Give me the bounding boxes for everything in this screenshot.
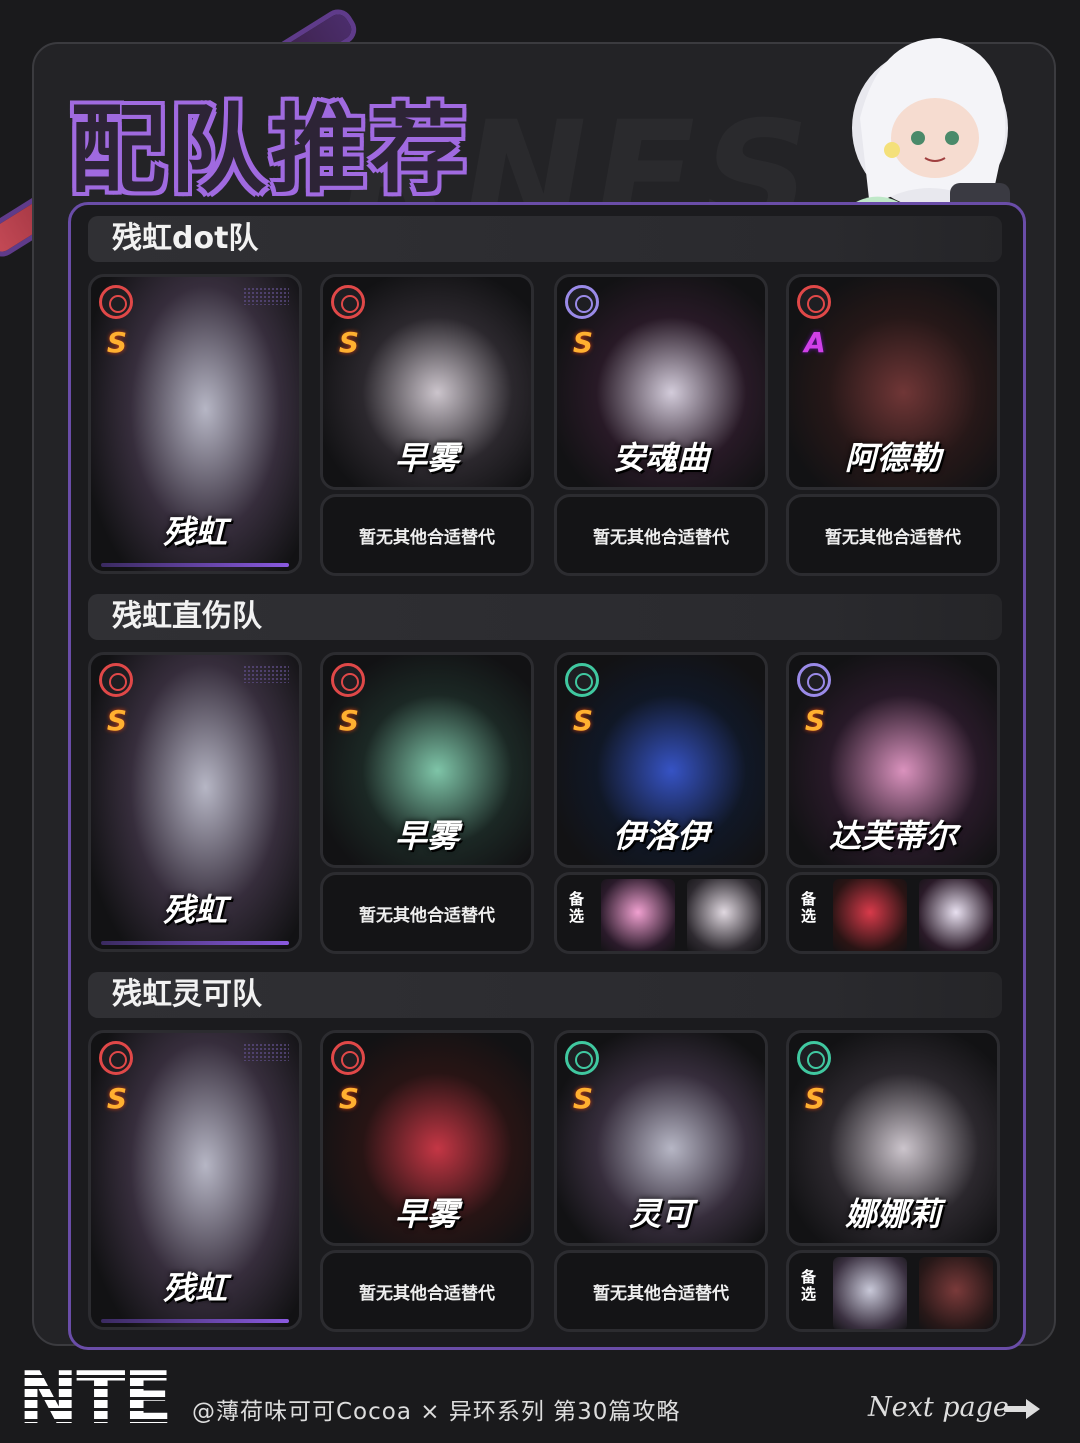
character-name: 娜娜莉 xyxy=(844,1195,941,1233)
alternative-character-thumbnail[interactable] xyxy=(833,879,907,951)
green-flame-icon xyxy=(797,1041,831,1075)
nte-logo: NTE xyxy=(18,1356,173,1440)
accent-bar xyxy=(101,1319,289,1323)
main-character-card[interactable]: S 残虹 xyxy=(88,652,302,952)
character-name: 阿德勒 xyxy=(844,439,941,477)
alternative-character-thumbnail[interactable] xyxy=(833,1257,907,1329)
alternative-character-thumbnail[interactable] xyxy=(919,1257,993,1329)
no-alternative-text: 暂无其他合适替代 xyxy=(825,527,961,548)
no-alternative-text: 暂无其他合适替代 xyxy=(359,527,495,548)
rank-badge: S xyxy=(804,704,826,737)
red-target-icon xyxy=(99,663,133,697)
character-name: 早雾 xyxy=(394,439,459,477)
member-card[interactable]: S 早雾 xyxy=(320,274,534,490)
alternative-label: 备选 xyxy=(801,1268,817,1303)
author-credit: @薄荷味可可Cocoa × 异环系列 第30篇攻略 xyxy=(192,1399,681,1425)
alternative-card: 暂无其他合适替代 xyxy=(320,872,534,954)
team-header: 残虹直伤队 xyxy=(88,594,1002,640)
character-name: 安魂曲 xyxy=(612,439,709,477)
alternative-character-thumbnail[interactable] xyxy=(919,879,993,951)
red-target-icon xyxy=(331,663,365,697)
rank-badge: S xyxy=(572,704,594,737)
alternative-card: 备选 xyxy=(554,872,768,954)
accent-bar xyxy=(101,941,289,945)
alternative-label: 备选 xyxy=(801,890,817,925)
green-flame-icon xyxy=(565,663,599,697)
red-target-icon xyxy=(99,285,133,319)
rank-badge: S xyxy=(338,326,360,359)
dot-pattern xyxy=(243,665,289,683)
purple-star-icon xyxy=(797,663,831,697)
red-target-icon xyxy=(331,1041,365,1075)
no-alternative-text: 暂无其他合适替代 xyxy=(593,1283,729,1304)
arrow-right-icon[interactable] xyxy=(1004,1394,1044,1424)
red-target-icon xyxy=(331,285,365,319)
red-target-icon xyxy=(99,1041,133,1075)
main-character-card[interactable]: S 残虹 xyxy=(88,1030,302,1330)
next-page-link[interactable]: Next page xyxy=(868,1392,1009,1423)
character-name: 残虹 xyxy=(162,891,227,929)
no-alternative-text: 暂无其他合适替代 xyxy=(359,905,495,926)
alternative-character-thumbnail[interactable] xyxy=(601,879,675,951)
purple-star-icon xyxy=(565,285,599,319)
alternative-card: 备选 xyxy=(786,872,1000,954)
member-card[interactable]: S 达芙蒂尔 xyxy=(786,652,1000,868)
character-name: 灵可 xyxy=(628,1195,693,1233)
alternative-card: 备选 xyxy=(786,1250,1000,1332)
member-card[interactable]: S 早雾 xyxy=(320,1030,534,1246)
member-card[interactable]: S 娜娜莉 xyxy=(786,1030,1000,1246)
character-name: 残虹 xyxy=(162,1269,227,1307)
member-card[interactable]: S 安魂曲 xyxy=(554,274,768,490)
red-target-icon xyxy=(797,285,831,319)
rank-badge: S xyxy=(106,1082,128,1115)
accent-bar xyxy=(101,563,289,567)
rank-badge: S xyxy=(106,326,128,359)
rank-badge: S xyxy=(106,704,128,737)
team-header: 残虹灵可队 xyxy=(88,972,1002,1018)
alternative-card: 暂无其他合适替代 xyxy=(786,494,1000,576)
character-name: 残虹 xyxy=(162,513,227,551)
character-name: 早雾 xyxy=(394,1195,459,1233)
alternative-card: 暂无其他合适替代 xyxy=(554,1250,768,1332)
green-flame-icon xyxy=(565,1041,599,1075)
dot-pattern xyxy=(243,287,289,305)
character-name: 伊洛伊 xyxy=(612,817,709,855)
mascot-chibi-image xyxy=(840,38,1010,223)
character-name: 达芙蒂尔 xyxy=(828,817,957,855)
main-character-card[interactable]: S 残虹 xyxy=(88,274,302,574)
rank-badge: S xyxy=(338,1082,360,1115)
rank-badge: S xyxy=(572,326,594,359)
rank-badge: S xyxy=(338,704,360,737)
alternative-card: 暂无其他合适替代 xyxy=(320,494,534,576)
member-card[interactable]: S 伊洛伊 xyxy=(554,652,768,868)
rank-badge: A xyxy=(804,326,826,359)
alternative-card: 暂无其他合适替代 xyxy=(554,494,768,576)
team-header: 残虹dot队 xyxy=(88,216,1002,262)
character-name: 早雾 xyxy=(394,817,459,855)
page-title: 配队推荐 xyxy=(70,94,470,206)
rank-badge: S xyxy=(804,1082,826,1115)
member-card[interactable]: S 灵可 xyxy=(554,1030,768,1246)
no-alternative-text: 暂无其他合适替代 xyxy=(359,1283,495,1304)
rank-badge: S xyxy=(572,1082,594,1115)
alternative-label: 备选 xyxy=(569,890,585,925)
no-alternative-text: 暂无其他合适替代 xyxy=(593,527,729,548)
alternative-card: 暂无其他合适替代 xyxy=(320,1250,534,1332)
alternative-character-thumbnail[interactable] xyxy=(687,879,761,951)
member-card[interactable]: S 早雾 xyxy=(320,652,534,868)
member-card[interactable]: A 阿德勒 xyxy=(786,274,1000,490)
dot-pattern xyxy=(243,1043,289,1061)
